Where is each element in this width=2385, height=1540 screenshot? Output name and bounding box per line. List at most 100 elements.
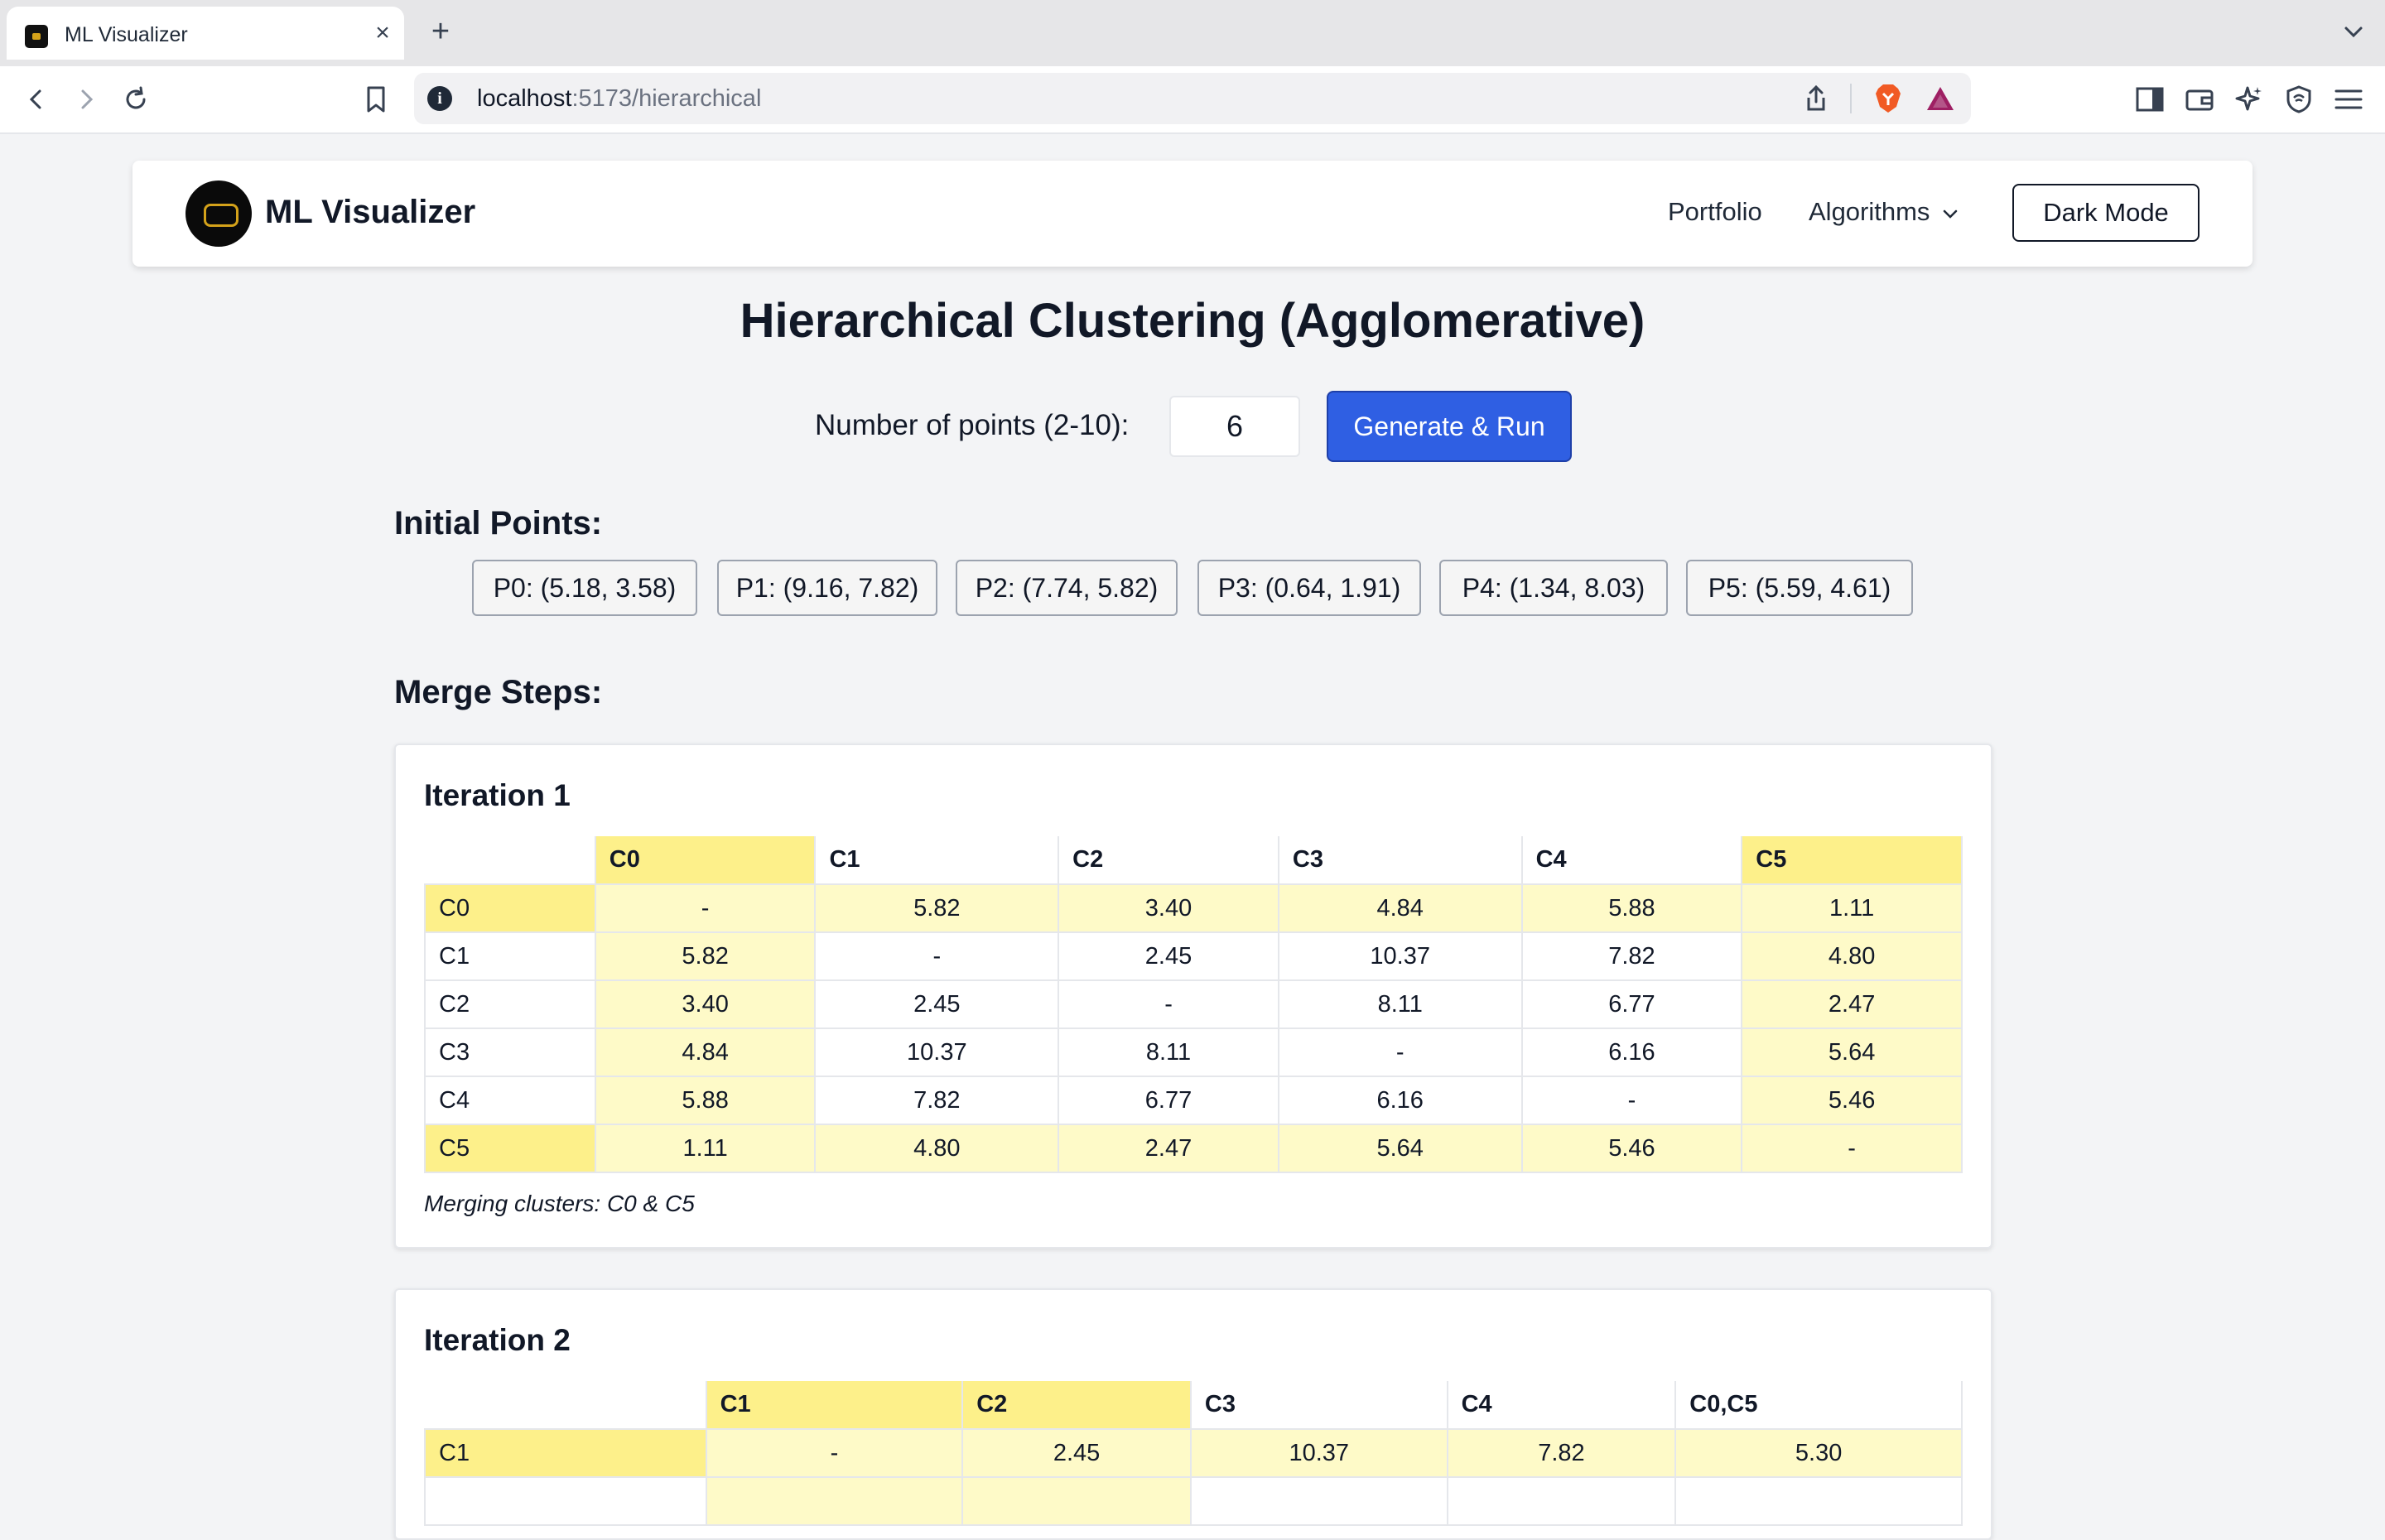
matrix-cell: 8.11	[1058, 1027, 1279, 1077]
page-title: Hierarchical Clustering (Agglomerative)	[740, 294, 1645, 348]
matrix-cell: 6.77	[1520, 979, 1743, 1029]
matrix-cell	[705, 1476, 964, 1526]
logo[interactable]	[186, 180, 252, 247]
matrix-cell: 2.45	[961, 1428, 1192, 1478]
matrix-cell: 2.47	[1058, 1124, 1279, 1173]
iteration-title: Iteration 2	[424, 1323, 571, 1357]
matrix-cell: 2.45	[1058, 931, 1279, 981]
matrix-header-row: C1 C2 C3 C4 C0,C5	[425, 1381, 1963, 1430]
close-tab-icon[interactable]: ×	[368, 18, 398, 48]
column-header: C5	[1741, 836, 1963, 885]
brand-title[interactable]: ML Visualizer	[265, 194, 475, 231]
brave-rewards-icon[interactable]	[1925, 84, 1956, 113]
point-chip: P3: (0.64, 1.91)	[1197, 560, 1421, 616]
matrix-cell: 5.46	[1520, 1124, 1743, 1173]
matrix-cell: 3.40	[594, 979, 817, 1029]
matrix-cell: -	[705, 1428, 964, 1478]
browser-tab[interactable]: ML Visualizer ×	[7, 7, 404, 60]
wallet-icon[interactable]	[2183, 83, 2216, 116]
point-chip: P1: (9.16, 7.82)	[717, 560, 937, 616]
matrix-cell	[961, 1476, 1192, 1526]
matrix-cell	[1674, 1476, 1963, 1526]
matrix-cell: 5.46	[1741, 1076, 1963, 1125]
row-header: C4	[424, 1076, 596, 1125]
matrix-cell: 5.88	[594, 1076, 817, 1125]
dark-mode-button[interactable]: Dark Mode	[2012, 184, 2200, 242]
leo-ai-icon[interactable]	[2233, 83, 2266, 116]
url-text[interactable]: localhost:5173/hierarchical	[477, 85, 761, 113]
point-chip: P5: (5.59, 4.61)	[1686, 560, 1913, 616]
back-icon[interactable]	[20, 83, 53, 116]
initial-points-heading: Initial Points:	[394, 505, 603, 541]
point-chip: P4: (1.34, 8.03)	[1439, 560, 1668, 616]
row-header: C0	[424, 883, 596, 933]
site-info-icon[interactable]: i	[427, 86, 452, 111]
row-header: C1	[424, 1428, 707, 1478]
matrix-cell: 7.82	[814, 1076, 1060, 1125]
distance-matrix: C0 C1 C2 C3 C4 C5 C0 - 5.82 3.40 4.84 5.…	[424, 836, 1963, 1173]
browser-toolbar: i localhost:5173/hierarchical	[0, 66, 2385, 134]
favicon-icon	[25, 25, 48, 48]
forward-icon[interactable]	[70, 83, 103, 116]
matrix-cell: 5.30	[1674, 1428, 1963, 1478]
matrix-cell: 2.47	[1741, 979, 1963, 1029]
table-row: C3 4.84 10.37 8.11 - 6.16 5.64	[424, 1027, 1963, 1077]
brave-shields-icon[interactable]	[1873, 82, 1903, 115]
table-row: C4 5.88 7.82 6.77 6.16 - 5.46	[424, 1076, 1963, 1125]
iteration-card: Iteration 1 C0 C1 C2 C3 C4 C5 C0 - 5.82 …	[394, 744, 1992, 1249]
address-bar[interactable]: i localhost:5173/hierarchical	[414, 73, 1971, 124]
table-row: C2 3.40 2.45 - 8.11 6.77 2.47	[424, 979, 1963, 1029]
point-chip: P2: (7.74, 5.82)	[956, 560, 1178, 616]
row-header	[424, 1476, 707, 1526]
generate-run-button[interactable]: Generate & Run	[1327, 391, 1572, 462]
column-header: C4	[1446, 1381, 1677, 1430]
share-icon[interactable]	[1804, 84, 1828, 113]
distance-matrix: C1 C2 C3 C4 C0,C5 C1 - 2.45 10.37 7.82 5…	[424, 1381, 1963, 1526]
chevron-down-icon[interactable]	[2340, 18, 2367, 45]
matrix-cell: -	[1277, 1027, 1523, 1077]
browser-tab-strip: ML Visualizer × +	[0, 0, 2385, 66]
matrix-cell: 6.77	[1058, 1076, 1279, 1125]
matrix-cell: 4.84	[1277, 883, 1523, 933]
table-row: C1 5.82 - 2.45 10.37 7.82 4.80	[424, 931, 1963, 981]
url-actions	[1804, 82, 1956, 115]
row-header: C1	[424, 931, 596, 981]
bookmark-icon[interactable]	[359, 83, 393, 116]
column-header: C2	[1058, 836, 1279, 885]
matrix-cell: -	[1520, 1076, 1743, 1125]
chevron-down-icon	[1943, 209, 1958, 219]
matrix-cell: -	[594, 883, 817, 933]
column-header: C0,C5	[1674, 1381, 1963, 1430]
row-header: C3	[424, 1027, 596, 1077]
nav-link-algorithms[interactable]: Algorithms	[1809, 197, 1960, 227]
reload-icon[interactable]	[119, 83, 152, 116]
vpn-shield-icon[interactable]	[2282, 83, 2315, 116]
matrix-corner	[425, 836, 596, 885]
separator	[1850, 84, 1852, 113]
iteration-title: Iteration 1	[424, 778, 571, 812]
column-header: C4	[1520, 836, 1743, 885]
app-navbar: ML Visualizer Portfolio Algorithms Dark …	[132, 161, 2252, 267]
iteration-card: Iteration 2 C1 C2 C3 C4 C0,C5 C1 - 2.45 …	[394, 1288, 1992, 1540]
merge-steps-heading: Merge Steps:	[394, 674, 603, 710]
column-header: C3	[1189, 1381, 1448, 1430]
table-row	[424, 1476, 1963, 1526]
matrix-cell: 5.82	[594, 931, 817, 981]
matrix-cell	[1189, 1476, 1448, 1526]
matrix-cell: 7.82	[1446, 1428, 1677, 1478]
merge-note: Merging clusters: C0 & C5	[424, 1191, 695, 1216]
matrix-cell: 5.64	[1741, 1027, 1963, 1077]
matrix-cell: 5.88	[1520, 883, 1743, 933]
sidebar-icon[interactable]	[2133, 83, 2166, 116]
new-tab-icon[interactable]: +	[426, 16, 455, 47]
matrix-cell: 4.84	[594, 1027, 817, 1077]
matrix-cell: -	[1741, 1124, 1963, 1173]
matrix-cell: 1.11	[1741, 883, 1963, 933]
row-header: C5	[424, 1124, 596, 1173]
matrix-cell: 2.45	[814, 979, 1060, 1029]
matrix-header-row: C0 C1 C2 C3 C4 C5	[425, 836, 1963, 885]
menu-icon[interactable]	[2332, 83, 2365, 116]
matrix-cell: 5.64	[1277, 1124, 1523, 1173]
nav-link-portfolio[interactable]: Portfolio	[1668, 197, 1762, 227]
points-count-input[interactable]	[1169, 396, 1300, 457]
